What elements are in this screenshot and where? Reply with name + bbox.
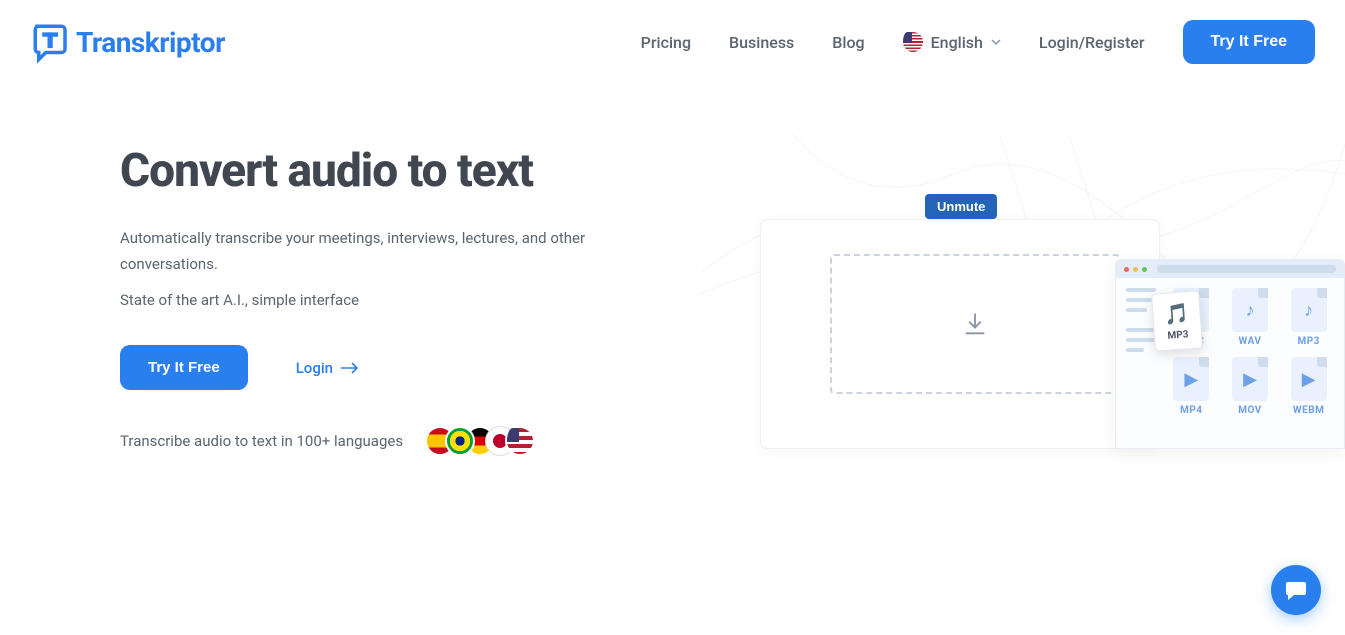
chat-widget-button[interactable]	[1271, 565, 1321, 615]
hero-illustration: Unmute	[700, 144, 1345, 484]
logo[interactable]: Transkriptor	[30, 21, 225, 63]
file-icon: ▶	[1173, 357, 1209, 401]
hero-content: Convert audio to text Automatically tran…	[120, 144, 660, 484]
unmute-button[interactable]: Unmute	[925, 194, 997, 219]
logo-text: Transkriptor	[76, 26, 225, 59]
file-card: ▶ WEBM	[1283, 357, 1334, 416]
sidebar-line	[1126, 288, 1156, 292]
hero-login-link[interactable]: Login	[296, 359, 359, 377]
file-icon: ♪	[1232, 288, 1268, 332]
hero-actions: Try It Free Login	[120, 345, 660, 390]
music-note-icon: ♪	[1245, 300, 1254, 321]
sidebar-line	[1126, 328, 1156, 332]
nav: Pricing Business Blog English Login/Regi…	[641, 20, 1315, 64]
nav-login-register[interactable]: Login/Register	[1039, 33, 1145, 52]
hero-login-label: Login	[296, 359, 333, 377]
browser-url-bar	[1157, 265, 1336, 273]
hero-description: Automatically transcribe your meetings, …	[120, 226, 660, 277]
browser-window: ♪ FLAC ♪ WAV ♪ MP3 ▶ MP4	[1115, 259, 1345, 449]
nav-try-free-button[interactable]: Try It Free	[1183, 20, 1315, 64]
chevron-down-icon	[991, 37, 1001, 47]
file-label: WAV	[1239, 336, 1262, 347]
file-card: ▶ MOV	[1225, 357, 1276, 416]
nav-business[interactable]: Business	[729, 33, 794, 52]
nav-pricing[interactable]: Pricing	[641, 33, 691, 52]
file-label: MP3	[1297, 336, 1319, 347]
browser-bar	[1116, 260, 1344, 278]
dragged-file-thumb: 🎵 MP3	[1151, 290, 1203, 351]
hero-try-free-button[interactable]: Try It Free	[120, 345, 248, 390]
traffic-light-icon	[1124, 267, 1129, 272]
dragged-file-label: MP3	[1167, 329, 1189, 341]
language-selector[interactable]: English	[903, 32, 1001, 52]
language-note-text: Transcribe audio to text in 100+ languag…	[120, 432, 403, 450]
nav-blog[interactable]: Blog	[832, 33, 864, 52]
music-note-icon: 🎵	[1163, 301, 1190, 327]
dropzone[interactable]	[830, 254, 1120, 394]
play-icon: ▶	[1302, 369, 1316, 390]
header: Transkriptor Pricing Business Blog Engli…	[0, 0, 1345, 84]
sidebar-line	[1126, 338, 1156, 342]
traffic-light-icon	[1142, 267, 1147, 272]
play-icon: ▶	[1243, 369, 1257, 390]
play-icon: ▶	[1184, 369, 1198, 390]
sidebar-line	[1126, 348, 1144, 352]
file-card: ▶ MP4	[1166, 357, 1217, 416]
language-note: Transcribe audio to text in 100+ languag…	[120, 426, 660, 456]
file-card: ♪ MP3	[1283, 288, 1334, 347]
hero: Convert audio to text Automatically tran…	[0, 84, 1345, 484]
traffic-light-icon	[1133, 267, 1138, 272]
flag-brazil-icon	[445, 426, 475, 456]
file-label: MOV	[1238, 405, 1262, 416]
logo-icon	[30, 21, 72, 63]
music-note-icon: ♪	[1304, 300, 1313, 321]
chat-icon	[1284, 578, 1308, 602]
file-label: MP4	[1180, 405, 1202, 416]
file-icon: ♪	[1291, 288, 1327, 332]
flag-group	[425, 426, 535, 456]
arrow-right-icon	[341, 362, 359, 374]
file-label: WEBM	[1293, 405, 1325, 416]
sidebar-line	[1126, 308, 1147, 312]
flag-usa-small-icon	[505, 426, 535, 456]
download-icon	[961, 310, 989, 338]
language-label: English	[931, 33, 983, 52]
flag-usa-icon	[903, 32, 923, 52]
file-card: ♪ WAV	[1225, 288, 1276, 347]
file-icon: ▶	[1291, 357, 1327, 401]
hero-title: Convert audio to text	[120, 144, 660, 198]
hero-subline: State of the art A.I., simple interface	[120, 291, 660, 309]
file-icon: ▶	[1232, 357, 1268, 401]
browser-body: ♪ FLAC ♪ WAV ♪ MP3 ▶ MP4	[1116, 278, 1344, 426]
